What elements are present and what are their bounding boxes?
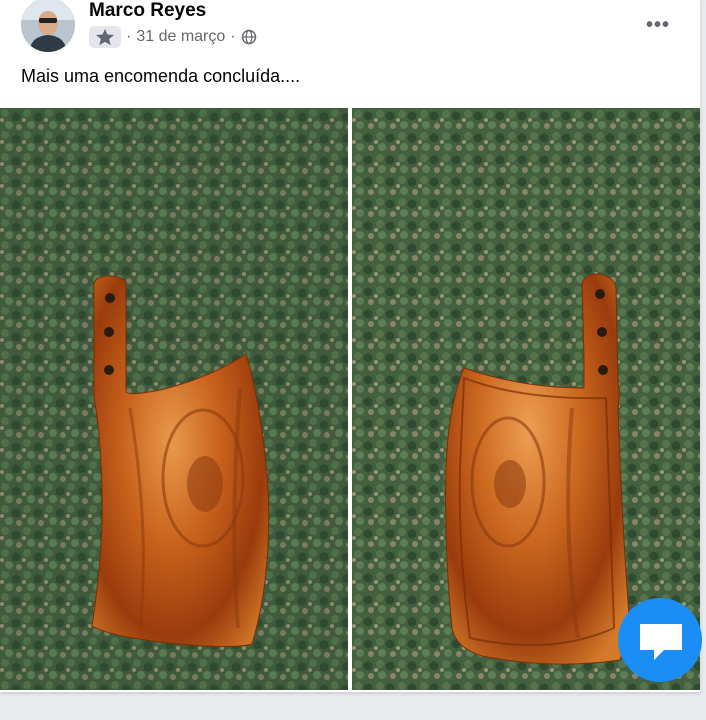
star-badge[interactable] — [89, 26, 121, 48]
globe-icon — [241, 29, 256, 45]
more-options-button[interactable]: ••• — [646, 14, 670, 37]
photo-left[interactable] — [0, 108, 348, 690]
star-icon — [96, 28, 114, 46]
cutting-board-photo-left — [0, 108, 348, 690]
avatar-image — [21, 0, 75, 52]
author-name[interactable]: Marco Reyes — [89, 0, 206, 22]
chat-button[interactable] — [614, 588, 706, 694]
meta-separator: · — [126, 28, 132, 45]
post-meta: · 31 de março · — [89, 25, 257, 49]
avatar[interactable] — [21, 0, 75, 52]
post-text: Mais uma encomenda concluída.... — [21, 66, 301, 86]
photo-grid — [0, 108, 700, 690]
meta-separator-2: · — [230, 28, 236, 45]
chat-bubble-icon — [618, 598, 702, 682]
post-date[interactable]: 31 de março — [136, 28, 225, 46]
post-card: Marco Reyes · 31 de março · ••• Mais uma… — [0, 0, 701, 692]
